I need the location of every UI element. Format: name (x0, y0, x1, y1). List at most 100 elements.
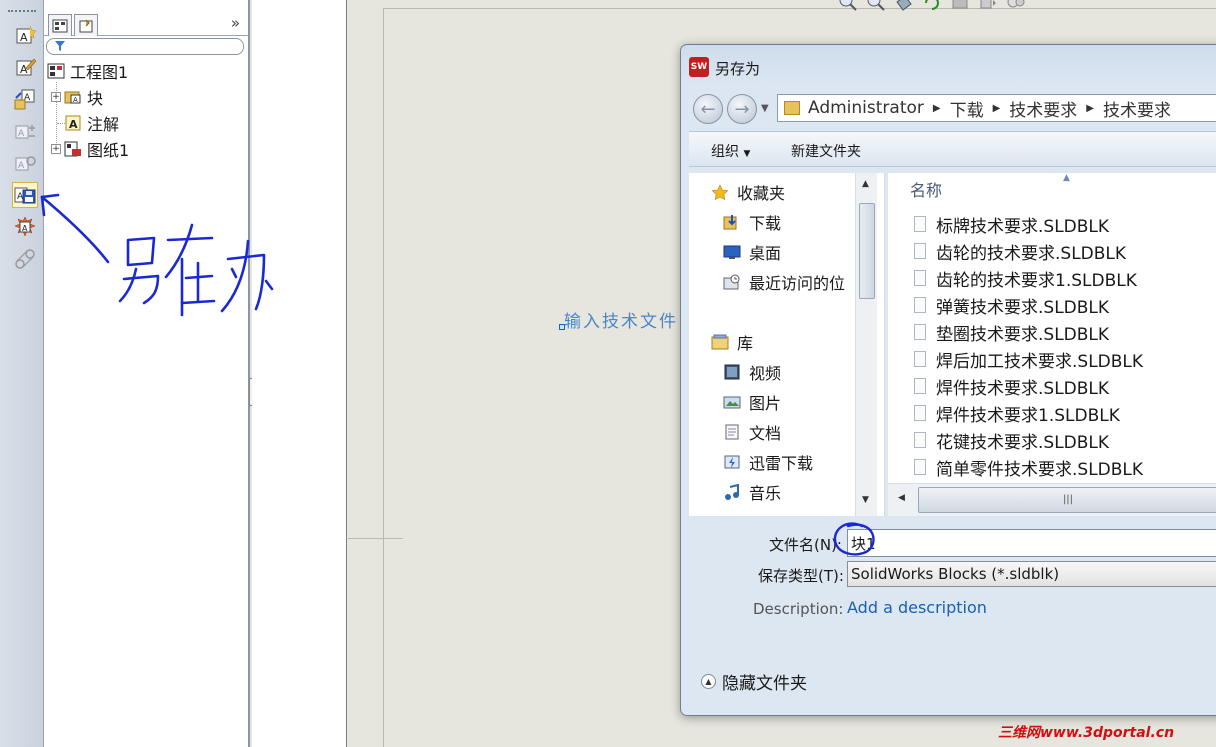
nav-item-downloads[interactable]: 下载 (723, 208, 781, 236)
command-bar: 组织 ▼ 新建文件夹 (689, 131, 1216, 167)
scrollbar-thumb[interactable] (859, 203, 875, 299)
file-icon (914, 351, 926, 367)
back-arrow-icon: ← (700, 98, 716, 120)
breadcrumb-tech-req-current[interactable]: 技术要求 (1103, 96, 1171, 121)
filename-input[interactable]: 块1 (847, 529, 1216, 557)
drawing-note[interactable]: 输入技术文件 (564, 307, 678, 332)
add-remove-button[interactable]: A (12, 118, 38, 144)
file-row[interactable]: 花键技术要求.SLDBLK (914, 427, 1109, 453)
nav-pane-scrollbar[interactable]: ▲ ▼ (855, 173, 877, 516)
file-row[interactable]: 齿轮的技术要求.SLDBLK (914, 238, 1126, 264)
file-row[interactable]: 标牌技术要求.SLDBLK (914, 211, 1109, 237)
scroll-up-icon[interactable]: ▲ (862, 179, 869, 189)
display-style-icon[interactable] (950, 0, 970, 12)
nav-item-thunder[interactable]: 迅雷下载 (723, 448, 813, 476)
manager-tabs: » (44, 12, 248, 36)
new-folder-button[interactable]: 新建文件夹 (791, 141, 861, 161)
address-bar[interactable]: Administrator ▶ 下载 ▶ 技术要求 ▶ 技术要求 (777, 94, 1216, 122)
property-manager-icon (79, 19, 93, 32)
zoom-to-fit-icon[interactable] (838, 0, 858, 12)
breadcrumb-downloads[interactable]: 下载 (950, 96, 984, 121)
tree-node-blocks-label: 块 (87, 89, 104, 108)
file-row[interactable]: 焊后加工技术要求.SLDBLK (914, 346, 1143, 372)
sheet-border (383, 8, 384, 747)
handwritten-circle (833, 522, 875, 556)
tree-root-label: 工程图1 (70, 63, 129, 82)
sheet-border (383, 8, 1216, 9)
nav-item-libraries[interactable]: 库 (711, 328, 753, 356)
column-header-name[interactable]: 名称 (910, 177, 942, 201)
insert-block-icon: A (14, 89, 35, 110)
toolbar-grip[interactable] (8, 10, 36, 13)
file-row[interactable]: 弹簧技术要求.SLDBLK (914, 292, 1109, 318)
make-block-button[interactable]: A (12, 22, 38, 48)
breadcrumb-chevron-icon[interactable]: ▶ (1086, 103, 1094, 114)
save-block-button[interactable]: A (12, 182, 38, 208)
nav-item-music[interactable]: 音乐 (723, 478, 781, 506)
belt-chain-button[interactable] (12, 246, 38, 272)
expand-blocks-toggle[interactable]: + (51, 92, 61, 102)
nav-item-videos[interactable]: 视频 (723, 358, 781, 386)
tree-node-blocks[interactable]: A 块 (64, 85, 103, 109)
organize-menu-button[interactable]: 组织 ▼ (711, 141, 750, 161)
back-button[interactable]: ← (693, 94, 723, 124)
add-remove-icon: A (15, 125, 35, 139)
nav-item-recent[interactable]: 最近访问的位 (723, 268, 845, 296)
tree-root[interactable]: 工程图1 (47, 59, 128, 83)
breadcrumb-chevron-icon[interactable]: ▶ (933, 103, 941, 114)
thunder-download-icon (724, 455, 740, 469)
scrollbar-thumb[interactable]: ||| (918, 487, 1216, 513)
breadcrumb-chevron-icon[interactable]: ▶ (993, 103, 1001, 114)
hide-show-items-icon[interactable] (1006, 0, 1026, 12)
previous-view-icon[interactable] (894, 0, 914, 12)
dialog-title: 另存为 (715, 60, 761, 78)
folder-icon (784, 101, 800, 115)
tab-feature-manager[interactable] (48, 14, 72, 36)
save-as-dialog: SW 另存为 ← → ▼ Administrator ▶ 下载 ▶ 技术要求 ▶… (680, 44, 1216, 716)
rebuild-icon[interactable] (922, 0, 942, 12)
nav-item-favorites[interactable]: 收藏夹 (711, 178, 785, 206)
file-row[interactable]: 焊件技术要求1.SLDBLK (914, 400, 1120, 426)
file-row[interactable]: 焊件技术要求.SLDBLK (914, 373, 1109, 399)
explode-block-icon: A (14, 216, 36, 237)
handwritten-annotation (40, 193, 274, 317)
documents-library-icon (725, 424, 739, 440)
scroll-down-icon[interactable]: ▼ (862, 495, 869, 505)
view-settings-icon[interactable] (978, 0, 998, 12)
svg-text:A: A (18, 129, 25, 139)
file-icon (914, 243, 926, 259)
insert-block-button[interactable]: A (12, 86, 38, 112)
edit-block-button[interactable]: A (12, 54, 38, 80)
add-description-link[interactable]: Add a description (847, 598, 987, 617)
tree-filter-field[interactable] (46, 38, 244, 55)
nav-item-documents[interactable]: 文档 (723, 418, 781, 446)
file-row[interactable]: 简单零件技术要求.SLDBLK (914, 454, 1143, 480)
download-folder-icon (723, 215, 737, 230)
tree-node-sheet[interactable]: 图纸1 (64, 137, 129, 161)
explode-block-button[interactable]: A (12, 214, 38, 240)
breadcrumb-tech-req[interactable]: 技术要求 (1009, 96, 1077, 121)
zoom-area-icon[interactable] (866, 0, 886, 12)
rebuild-block-button[interactable]: A (12, 150, 38, 176)
svg-text:A: A (20, 31, 28, 44)
file-row[interactable]: 垫圈技术要求.SLDBLK (914, 319, 1109, 345)
hide-folders-button[interactable]: ▲ 隐藏文件夹 (701, 669, 807, 694)
forward-arrow-icon: → (734, 98, 750, 120)
scroll-left-icon[interactable]: ◀ (898, 493, 905, 503)
filetype-select[interactable]: SolidWorks Blocks (*.sldblk) (847, 561, 1216, 587)
recent-locations-dropdown[interactable]: ▼ (761, 103, 769, 114)
tree-node-annotations-label: 注解 (87, 115, 120, 134)
forward-button[interactable]: → (727, 94, 757, 124)
file-list-hscrollbar[interactable]: ◀ ||| (888, 483, 1216, 516)
file-row[interactable]: 齿轮的技术要求1.SLDBLK (914, 265, 1137, 291)
nav-item-desktop[interactable]: 桌面 (723, 238, 781, 266)
drawing-doc-icon (47, 63, 65, 79)
tree-node-annotations[interactable]: A 注解 (64, 111, 119, 135)
blocks-folder-icon: A (64, 91, 81, 104)
site-watermark: 三维网www.3dportal.cn (998, 725, 1175, 741)
tab-property-manager[interactable] (74, 14, 98, 36)
expand-sheet-toggle[interactable]: + (51, 144, 61, 154)
nav-item-pictures[interactable]: 图片 (723, 388, 781, 416)
breadcrumb-administrator[interactable]: Administrator (808, 98, 924, 118)
more-tabs-icon[interactable]: » (231, 14, 240, 32)
